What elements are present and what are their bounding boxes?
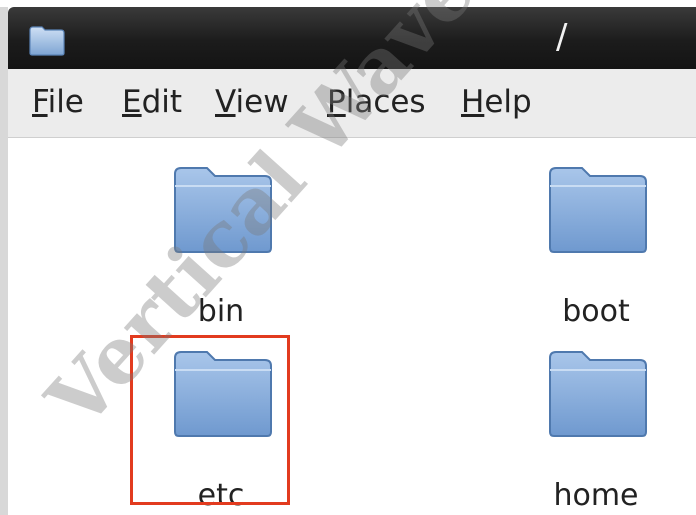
folder-icon bbox=[549, 167, 647, 253]
menu-view[interactable]: View bbox=[215, 83, 289, 121]
menu-places-label: laces bbox=[345, 84, 426, 120]
menu-view-label: iew bbox=[235, 84, 289, 120]
window-left-border bbox=[0, 7, 8, 515]
file-name: home bbox=[553, 478, 639, 513]
menu-edit-label: dit bbox=[141, 84, 183, 120]
menu-help-mnemonic: H bbox=[461, 84, 485, 120]
menu-places-mnemonic: P bbox=[327, 84, 346, 120]
menu-bar: File Edit View Places Help bbox=[8, 69, 696, 138]
menu-file-label: ile bbox=[47, 84, 84, 120]
title-bar[interactable]: / bbox=[8, 7, 696, 69]
file-manager-window: / File Edit View Places Help bin boot et… bbox=[0, 0, 696, 515]
file-name: bin bbox=[197, 294, 245, 329]
menu-edit[interactable]: Edit bbox=[122, 83, 182, 121]
folder-icon bbox=[549, 351, 647, 437]
menu-places[interactable]: Places bbox=[327, 83, 426, 121]
window-title: / bbox=[556, 17, 568, 57]
folder-icon bbox=[29, 26, 65, 56]
folder-icon bbox=[174, 167, 272, 253]
file-name: boot bbox=[562, 294, 630, 329]
highlight-box bbox=[130, 335, 290, 505]
menu-help-label: elp bbox=[484, 84, 532, 120]
menu-edit-mnemonic: E bbox=[122, 84, 142, 120]
file-item-home[interactable]: home bbox=[506, 348, 686, 513]
file-view: bin boot etc home bbox=[8, 138, 696, 515]
menu-help[interactable]: Help bbox=[461, 83, 532, 121]
file-item-boot[interactable]: boot bbox=[506, 164, 686, 329]
menu-file[interactable]: File bbox=[32, 83, 84, 121]
file-item-bin[interactable]: bin bbox=[131, 164, 311, 329]
menu-file-mnemonic: F bbox=[32, 84, 48, 120]
menu-view-mnemonic: V bbox=[215, 84, 236, 120]
